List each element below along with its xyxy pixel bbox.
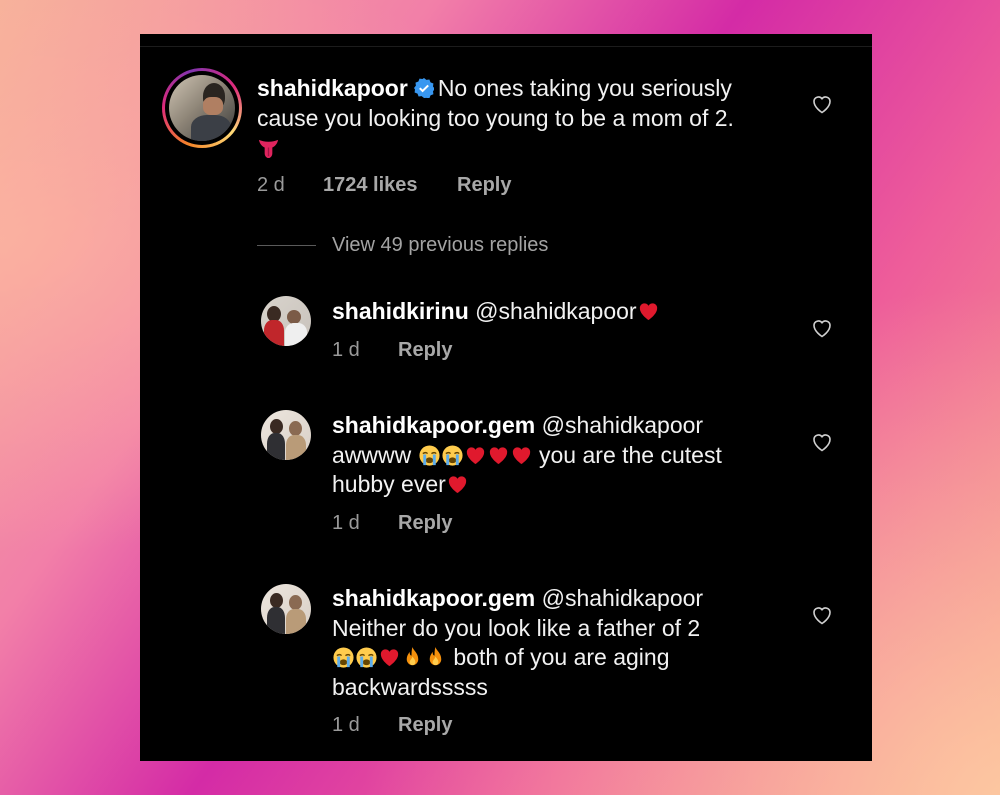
- reply-meta: 1 d Reply: [332, 714, 452, 737]
- reply-meta: 1 d Reply: [332, 512, 452, 535]
- comments-panel: shahidkapoor No ones taking you seriously…: [140, 34, 872, 761]
- reply-age: 1 d: [332, 339, 360, 361]
- avatar[interactable]: [169, 75, 235, 141]
- reply-text: both of you are aging: [453, 644, 670, 670]
- reply-avatar[interactable]: [261, 584, 311, 634]
- reply-body: shahidkirinu @shahidkapoor: [332, 297, 792, 327]
- red-heart-emoji: [489, 446, 507, 464]
- crying-emoji: [333, 647, 354, 668]
- comment-username[interactable]: shahidkapoor: [257, 75, 408, 101]
- heart-outline-icon[interactable]: [810, 430, 834, 454]
- crying-emoji: [356, 647, 377, 668]
- tongue-emoji: [258, 139, 279, 159]
- reply-button[interactable]: Reply: [398, 339, 452, 362]
- reply-button[interactable]: Reply: [398, 714, 452, 737]
- reply-button[interactable]: Reply: [457, 174, 511, 197]
- reply-username[interactable]: shahidkirinu: [332, 298, 469, 324]
- story-ring[interactable]: [162, 68, 242, 148]
- crying-emoji: [419, 444, 440, 466]
- reply-avatar[interactable]: [261, 410, 311, 460]
- red-heart-emoji: [512, 446, 530, 464]
- reply-mention[interactable]: @shahidkapoor: [475, 298, 636, 324]
- main-comment-body: shahidkapoor No ones taking you seriously…: [257, 74, 817, 163]
- reply-text: Neither do you look like a father of 2: [332, 614, 701, 641]
- red-heart-emoji: [448, 476, 466, 494]
- comment-text-line1: No ones taking you seriously: [437, 75, 732, 101]
- red-heart-emoji: [639, 303, 657, 321]
- heart-outline-icon[interactable]: [810, 92, 834, 116]
- reply-mention[interactable]: @shahidkapoor: [542, 412, 703, 438]
- reply-username[interactable]: shahidkapoor.gem: [332, 412, 535, 438]
- reply-mention[interactable]: @shahidkapoor: [542, 585, 703, 611]
- comment-text-line2: cause you looking too young to be a mom …: [257, 104, 734, 131]
- heart-outline-icon[interactable]: [810, 316, 834, 340]
- red-heart-emoji: [380, 649, 399, 667]
- reply-username[interactable]: shahidkapoor.gem: [332, 585, 535, 611]
- reply-meta: 1 d Reply: [332, 339, 452, 362]
- reply-button[interactable]: Reply: [398, 512, 452, 535]
- likes-count[interactable]: 1724 likes: [323, 174, 418, 197]
- fire-emoji: [429, 646, 442, 666]
- reply-text: you are the cutest: [539, 441, 722, 468]
- reply-avatar[interactable]: [261, 296, 311, 346]
- reply-text: awwww: [332, 441, 412, 468]
- red-heart-emoji: [466, 446, 484, 464]
- reply-text: hubby ever: [332, 471, 446, 497]
- top-divider: [140, 46, 872, 47]
- reply-age: 1 d: [332, 714, 360, 736]
- view-previous-replies[interactable]: View 49 previous replies: [332, 234, 548, 257]
- fire-emoji: [406, 646, 419, 666]
- verified-badge-icon: [413, 78, 434, 98]
- reply-age: 1 d: [332, 512, 360, 534]
- crying-emoji: [442, 444, 463, 466]
- reply-body: shahidkapoor.gem @shahidkapoor Neither d…: [332, 584, 802, 702]
- replies-divider: [257, 245, 316, 246]
- heart-outline-icon[interactable]: [810, 603, 834, 627]
- main-comment-meta: 2 d 1724 likes Reply: [257, 174, 511, 197]
- reply-text: backwardsssss: [332, 673, 488, 700]
- comment-age: 2 d: [257, 174, 285, 196]
- reply-body: shahidkapoor.gem @shahidkapoor awwww you…: [332, 411, 802, 500]
